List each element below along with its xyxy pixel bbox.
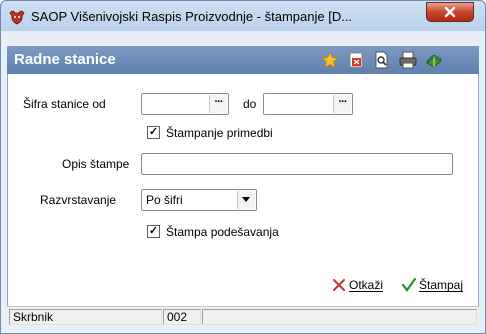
sifra-do-input[interactable]: ··· xyxy=(263,93,353,115)
title-bar[interactable]: SAOP Višenivojski Raspis Proizvodnje - š… xyxy=(1,1,485,31)
sifra-od-browse-button[interactable]: ··· xyxy=(209,95,227,113)
stampa-podesavanja-checkbox[interactable]: ✓ xyxy=(147,225,160,238)
razvrstavanje-label: Razvrstavanje xyxy=(40,193,117,207)
razvrstavanje-value: Po šifri xyxy=(146,193,183,207)
razvrstavanje-select[interactable]: Po šifri xyxy=(141,189,257,211)
cancel-label: Otkaži xyxy=(349,278,384,292)
cancel-x-icon xyxy=(333,279,345,291)
opis-stampe-label: Opis štampe xyxy=(62,157,130,171)
stampa-podesavanja-label: Štampa podešavanja xyxy=(166,225,279,239)
sifra-od-input[interactable]: ··· xyxy=(141,93,229,115)
status-user: Skrbnik xyxy=(9,309,162,325)
section-header: Radne stanice xyxy=(7,46,479,74)
status-bar: Skrbnik 002 xyxy=(7,306,479,326)
app-bull-icon xyxy=(9,10,25,25)
do-label: do xyxy=(243,97,257,111)
print-label: Štampaj xyxy=(419,278,464,292)
window-title: SAOP Višenivojski Raspis Proizvodnje - š… xyxy=(31,9,353,24)
status-code: 002 xyxy=(163,309,201,325)
razvrstavanje-dropdown-button[interactable] xyxy=(237,191,255,209)
stampanje-primedbi-label: Štampanje primedbi xyxy=(166,126,273,140)
cancel-button[interactable]: Otkaži xyxy=(332,278,383,292)
delete-doc-icon[interactable] xyxy=(347,51,365,69)
book-icon[interactable] xyxy=(425,51,443,69)
section-title: Radne stanice xyxy=(14,51,116,68)
print-button[interactable]: Štampaj xyxy=(402,278,463,292)
chevron-down-icon xyxy=(242,197,250,202)
close-button[interactable] xyxy=(426,2,474,22)
status-extra xyxy=(202,309,477,325)
sifra-stanice-od-label: Šifra stanice od xyxy=(23,97,106,111)
print-preview-icon[interactable] xyxy=(373,51,391,69)
opis-stampe-input[interactable] xyxy=(141,153,453,175)
stampanje-primedbi-checkbox[interactable]: ✓ xyxy=(147,126,160,139)
star-icon[interactable] xyxy=(321,51,339,69)
close-icon xyxy=(444,6,456,18)
printer-icon[interactable] xyxy=(399,51,417,69)
checkmark-icon xyxy=(402,278,416,292)
sifra-do-browse-button[interactable]: ··· xyxy=(333,95,351,113)
